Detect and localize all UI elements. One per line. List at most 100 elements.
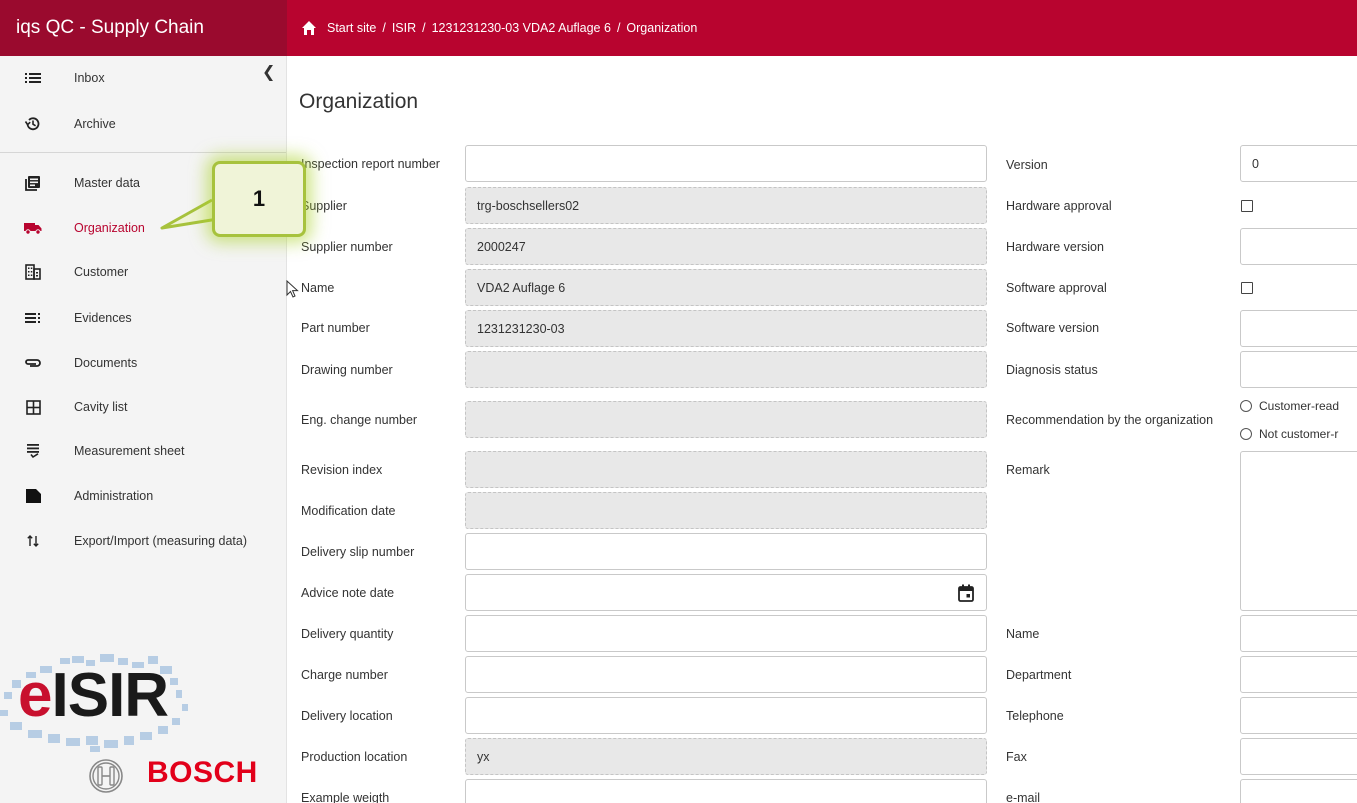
sidebar-item-label: Documents — [74, 356, 138, 370]
remark-textarea[interactable] — [1240, 451, 1357, 611]
sidebar-item-customer[interactable]: Customer — [0, 252, 286, 292]
main-content: Organization Inspection report number Su… — [288, 56, 1357, 803]
sidebar-item-label: Organization — [74, 221, 145, 235]
delivery-slip-number-input[interactable] — [465, 533, 987, 570]
advice-note-date-input[interactable] — [465, 574, 987, 611]
name-label: Name — [301, 281, 335, 295]
software-approval-label: Software approval — [1006, 281, 1107, 295]
sidebar-item-export-import[interactable]: Export/Import (measuring data) — [0, 521, 286, 561]
part-number-field: 1231231230-03 — [465, 310, 987, 347]
supplier-field: trg-boschsellers02 — [465, 187, 987, 224]
sidebar-item-label: Measurement sheet — [74, 444, 185, 458]
fax-input[interactable] — [1240, 738, 1357, 775]
sidebar-item-evidences[interactable]: Evidences — [0, 298, 286, 338]
contact-name-label: Name — [1006, 627, 1040, 641]
software-approval-checkbox[interactable] — [1241, 282, 1253, 294]
charge-number-input[interactable] — [465, 656, 987, 693]
hardware-approval-checkbox[interactable] — [1241, 200, 1253, 212]
breadcrumb: Start site / ISIR / 1231231230-03 VDA2 A… — [287, 0, 1357, 56]
checklist-icon — [24, 442, 42, 460]
drawing-number-label: Drawing number — [301, 363, 393, 377]
breadcrumb-separator: / — [422, 21, 426, 35]
advice-note-date-label: Advice note date — [301, 586, 395, 600]
name-field: VDA2 Auflage 6 — [465, 269, 987, 306]
production-location-label: Production location — [301, 750, 408, 764]
paperclip-icon — [24, 354, 42, 372]
folder-icon — [24, 487, 42, 505]
calendar-icon[interactable] — [958, 584, 974, 602]
sidebar-item-label: Archive — [74, 117, 116, 131]
revision-index-field — [465, 451, 987, 488]
evidences-icon — [24, 309, 42, 327]
delivery-quantity-input[interactable] — [465, 615, 987, 652]
software-version-label: Software version — [1006, 321, 1100, 335]
breadcrumb-start-site[interactable]: Start site — [327, 21, 376, 35]
supplier-number-label: Supplier number — [301, 240, 393, 254]
logo-area: eISIR BOSCH — [0, 652, 286, 803]
grid-icon — [24, 398, 42, 416]
recommendation-option-not-customer-ready[interactable]: Not customer-r — [1240, 427, 1338, 441]
telephone-label: Telephone — [1006, 709, 1064, 723]
breadcrumb-separator: / — [616, 21, 621, 35]
recommendation-option-customer-ready[interactable]: Customer-read — [1240, 399, 1339, 413]
email-input[interactable] — [1240, 779, 1357, 803]
modification-date-field — [465, 492, 987, 529]
sidebar-item-measurement-sheet[interactable]: Measurement sheet — [0, 431, 286, 471]
example-weight-label: Example weigth — [301, 791, 390, 803]
sidebar-item-label: Export/Import (measuring data) — [74, 534, 247, 548]
app-title: iqs QC - Supply Chain — [0, 0, 287, 56]
diagnosis-status-input[interactable] — [1240, 351, 1357, 388]
software-version-input[interactable] — [1240, 310, 1357, 347]
delivery-location-input[interactable] — [465, 697, 987, 734]
breadcrumb-isir[interactable]: ISIR — [392, 21, 416, 35]
bosch-armature-logo-icon — [89, 759, 123, 793]
delivery-quantity-label: Delivery quantity — [301, 627, 394, 641]
revision-index-label: Revision index — [301, 463, 383, 477]
example-weight-input[interactable] — [465, 779, 987, 803]
telephone-input[interactable] — [1240, 697, 1357, 734]
sidebar-item-label: Inbox — [74, 71, 105, 85]
department-input[interactable] — [1240, 656, 1357, 693]
sidebar-item-administration[interactable]: Administration — [0, 476, 286, 516]
inspection-report-number-label: Inspection report number — [301, 157, 440, 171]
charge-number-label: Charge number — [301, 668, 388, 682]
recommendation-label: Recommendation by the organization — [1006, 413, 1214, 427]
hardware-version-input[interactable] — [1240, 228, 1357, 265]
sidebar-item-label: Cavity list — [74, 400, 128, 414]
eisir-logo-text: eISIR — [18, 661, 169, 730]
sidebar-item-archive[interactable]: Archive — [0, 104, 286, 144]
import-export-icon — [24, 532, 42, 550]
breadcrumb-part[interactable]: 1231231230-03 VDA2 Auflage 6 — [432, 21, 611, 35]
delivery-location-label: Delivery location — [301, 709, 393, 723]
home-icon[interactable] — [301, 20, 317, 36]
eng-change-number-field — [465, 401, 987, 438]
version-label: Version — [1006, 158, 1048, 172]
email-label: e-mail — [1006, 791, 1041, 803]
history-icon — [24, 115, 42, 133]
radio-button[interactable] — [1240, 428, 1252, 440]
radio-button[interactable] — [1240, 400, 1252, 412]
building-icon — [24, 263, 42, 281]
breadcrumb-current: Organization — [626, 21, 698, 35]
inspection-report-number-input[interactable] — [465, 145, 987, 182]
drawing-number-field — [465, 351, 987, 388]
sidebar-item-cavity-list[interactable]: Cavity list — [0, 387, 286, 427]
production-location-field: yx — [465, 738, 987, 775]
diagnosis-status-label: Diagnosis status — [1006, 363, 1098, 377]
delivery-slip-number-label: Delivery slip number — [301, 545, 415, 559]
sidebar-item-documents[interactable]: Documents — [0, 343, 286, 383]
fax-label: Fax — [1006, 750, 1027, 764]
master-data-icon — [24, 174, 42, 192]
page-title: Organization — [299, 90, 419, 113]
contact-name-input[interactable] — [1240, 615, 1357, 652]
sidebar-item-inbox[interactable]: Inbox — [0, 58, 286, 98]
part-number-label: Part number — [301, 321, 370, 335]
sidebar-item-label: Administration — [74, 489, 154, 503]
sidebar-item-label: Customer — [74, 265, 129, 279]
bosch-wordmark: BOSCH — [147, 756, 258, 789]
version-input[interactable]: 0 — [1240, 145, 1357, 182]
remark-label: Remark — [1006, 463, 1050, 477]
modification-date-label: Modification date — [301, 504, 396, 518]
sidebar-item-label: Evidences — [74, 311, 132, 325]
truck-icon — [24, 219, 42, 237]
